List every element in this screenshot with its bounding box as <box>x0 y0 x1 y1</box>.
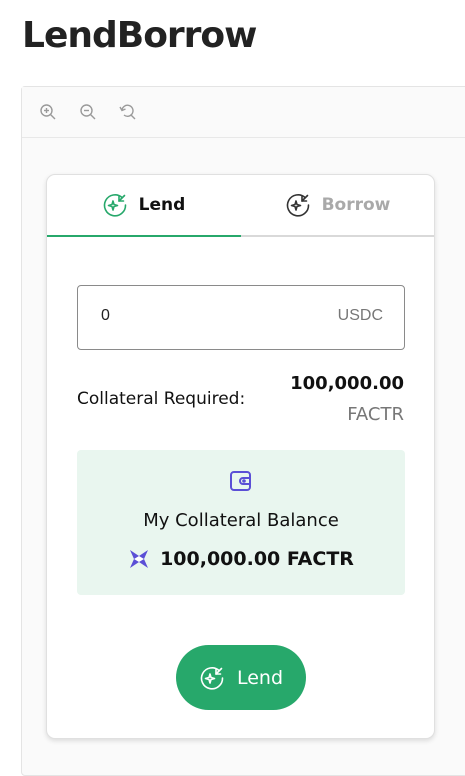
lend-button-label: Lend <box>236 666 284 689</box>
collateral-required-unit: FACTR <box>347 404 404 425</box>
zoom-in-icon[interactable] <box>39 103 57 121</box>
active-tab-indicator <box>47 235 241 237</box>
collateral-required-label: Collateral Required: <box>77 389 246 409</box>
factr-token-icon <box>128 548 150 570</box>
page-title: LendBorrow <box>22 15 257 56</box>
lend-icon <box>199 665 225 691</box>
amount-unit: USDC <box>337 307 383 324</box>
collateral-balance-row: 100,000.00 FACTR <box>77 548 405 570</box>
lend-borrow-card: Lend Borrow 0 USDC Collateral Required: <box>46 174 435 739</box>
lend-button[interactable]: Lend <box>176 645 306 710</box>
widget-frame: Lend Borrow 0 USDC Collateral Required: <box>21 86 465 776</box>
tab-borrow[interactable]: Borrow <box>241 175 434 235</box>
lend-icon <box>102 192 128 218</box>
collateral-balance-title: My Collateral Balance <box>143 510 339 531</box>
toolbar <box>22 87 465 138</box>
reset-zoom-icon[interactable] <box>119 103 137 121</box>
collateral-balance-panel: My Collateral Balance 100,000.00 FACTR <box>77 450 405 595</box>
collateral-required-amount: 100,000.00 <box>290 373 404 394</box>
tab-borrow-label: Borrow <box>321 195 391 215</box>
tab-lend-label: Lend <box>138 195 186 215</box>
borrow-icon <box>285 192 311 218</box>
collateral-balance-amount: 100,000.00 FACTR <box>160 548 354 570</box>
wallet-icon <box>228 468 254 494</box>
amount-input[interactable]: 0 USDC <box>77 285 405 350</box>
zoom-out-icon[interactable] <box>79 103 97 121</box>
amount-value: 0 <box>101 307 110 324</box>
tab-bar: Lend Borrow <box>47 175 434 237</box>
tab-lend[interactable]: Lend <box>47 175 240 235</box>
